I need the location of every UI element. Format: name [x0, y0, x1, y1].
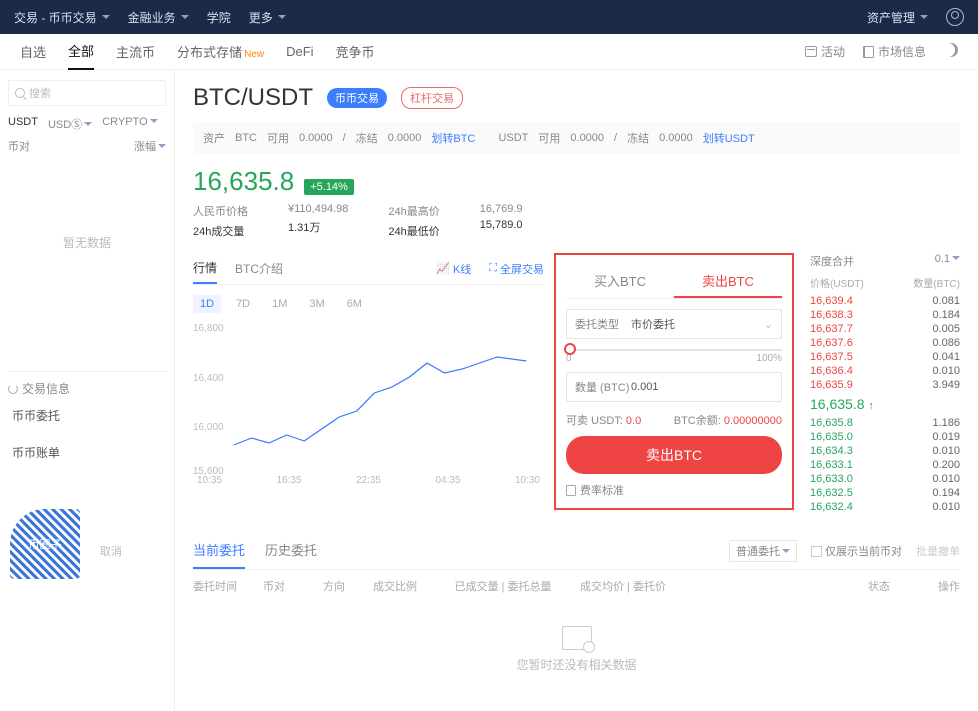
tab-favorites[interactable]: 自选 — [20, 34, 46, 69]
ask-row[interactable]: 16,637.60.086 — [810, 336, 960, 350]
chart-tab-info[interactable]: BTC介绍 — [235, 254, 283, 283]
theme-toggle-icon[interactable] — [944, 43, 958, 57]
book-icon — [863, 46, 874, 58]
ask-row[interactable]: 16,639.40.081 — [810, 294, 960, 308]
sell-tab[interactable]: 卖出BTC — [674, 265, 782, 298]
bid-row[interactable]: 16,635.00.019 — [810, 430, 960, 444]
quote-tab-usdt[interactable]: USDT — [8, 116, 38, 132]
tab-storage[interactable]: 分布式存储New — [177, 34, 264, 69]
document-icon — [566, 485, 576, 496]
last-price: 16,635.8 — [193, 166, 294, 197]
ask-row[interactable]: 16,638.30.184 — [810, 308, 960, 322]
ask-row[interactable]: 16,637.50.041 — [810, 350, 960, 364]
nav-academy[interactable]: 学院 — [207, 9, 231, 26]
fullscreen-button[interactable]: ⛶全屏交易 — [489, 261, 544, 277]
refresh-icon — [8, 384, 18, 394]
depth-select[interactable]: 0.1 — [935, 253, 960, 269]
kline-button[interactable]: 📈K线 — [436, 261, 471, 277]
orderbook-mid-price: 16,635.8 ↑ — [810, 392, 960, 416]
bid-row[interactable]: 16,632.50.194 — [810, 486, 960, 500]
cancel-all-button[interactable]: 批量撤单 — [916, 543, 960, 559]
tab-alts[interactable]: 竞争币 — [336, 34, 375, 69]
transfer-usdt-link[interactable]: 划转USDT — [703, 130, 755, 146]
bid-row[interactable]: 16,634.30.010 — [810, 444, 960, 458]
search-placeholder: 搜索 — [29, 85, 51, 101]
volume-24h: 1.31万 — [288, 219, 348, 235]
nav-more[interactable]: 更多 — [249, 9, 286, 26]
col-change[interactable]: 涨幅 — [134, 138, 166, 154]
low-24h: 15,789.0 — [480, 219, 523, 231]
tf-7d[interactable]: 7D — [229, 295, 257, 313]
orders-tab-open[interactable]: 当前委托 — [193, 532, 245, 569]
bid-row[interactable]: 16,632.40.010 — [810, 500, 960, 514]
bid-row[interactable]: 16,635.81.186 — [810, 416, 960, 430]
bid-row[interactable]: 16,633.00.010 — [810, 472, 960, 486]
change-pct: +5.14% — [304, 179, 354, 195]
quote-tab-usds[interactable]: USDⓈ — [48, 116, 92, 132]
price-chart: 16,800 16,400 16,000 15,600 — [193, 323, 544, 473]
sidebar-link-orders[interactable]: 币币委托 — [8, 397, 166, 434]
tab-all[interactable]: 全部 — [68, 33, 94, 70]
market-info-link[interactable]: 市场信息 — [863, 43, 926, 60]
chart-tab-quote[interactable]: 行情 — [193, 253, 217, 284]
orders-empty: 您暂时还没有相关数据 — [193, 602, 960, 697]
tf-3m[interactable]: 3M — [302, 295, 331, 313]
ask-row[interactable]: 16,637.70.005 — [810, 322, 960, 336]
new-badge: New — [244, 49, 264, 60]
spot-pill[interactable]: 币币交易 — [327, 88, 387, 108]
overlay-cancel[interactable]: 取消 — [100, 543, 122, 559]
qr-overlay: 币圈子 — [10, 509, 80, 579]
pair-symbol: BTC/USDT — [193, 84, 313, 112]
orders-columns: 委托时间 币对 方向 成交比例 已成交量 | 委托总量 成交均价 | 委托价 状… — [193, 570, 960, 602]
top-nav: 交易 - 币币交易 金融业务 学院 更多 资产管理 — [0, 0, 978, 34]
sidebar: 搜索 USDT USDⓈ CRYPTO 币对 涨幅 暂无数据 交易信息 币币委托… — [0, 70, 175, 711]
transfer-btc-link[interactable]: 划转BTC — [431, 130, 475, 146]
search-icon — [15, 88, 25, 98]
margin-pill[interactable]: 杠杆交易 — [401, 87, 463, 109]
high-24h: 16,769.9 — [480, 203, 523, 215]
sub-nav: 自选 全部 主流币 分布式存储New DeFi 竞争币 活动 市场信息 — [0, 34, 978, 70]
orders-tab-history[interactable]: 历史委托 — [265, 532, 317, 569]
fee-link[interactable]: 费率标准 — [566, 482, 782, 498]
sidebar-link-ledger[interactable]: 币币账单 — [8, 434, 166, 471]
col-pair: 币对 — [8, 138, 30, 154]
only-pair-checkbox[interactable]: 仅展示当前币对 — [811, 543, 902, 559]
amount-slider[interactable] — [566, 349, 782, 351]
orderbook: 深度合并 0.1 价格(USDT) 数量(BTC) 16,639.40.0811… — [810, 253, 960, 514]
quote-tab-crypto[interactable]: CRYPTO — [102, 116, 157, 132]
user-icon[interactable] — [946, 8, 964, 26]
tf-1m[interactable]: 1M — [265, 295, 294, 313]
buy-tab[interactable]: 买入BTC — [566, 265, 674, 298]
search-input[interactable]: 搜索 — [8, 80, 166, 106]
activity-link[interactable]: 活动 — [805, 43, 845, 60]
trade-panel: 买入BTC 卖出BTC 委托类型 市价委托 ⌄ 0100% 数量 (BTC) 0… — [554, 253, 794, 510]
sell-button[interactable]: 卖出BTC — [566, 436, 782, 474]
nav-assets[interactable]: 资产管理 — [867, 9, 928, 26]
trade-info-header: 交易信息 — [8, 380, 166, 397]
tab-defi[interactable]: DeFi — [286, 36, 313, 67]
sidebar-empty: 暂无数据 — [8, 154, 166, 331]
tf-6m[interactable]: 6M — [340, 295, 369, 313]
cny-price: ¥110,494.98 — [288, 203, 348, 215]
nav-finance[interactable]: 金融业务 — [128, 9, 189, 26]
bid-row[interactable]: 16,633.10.200 — [810, 458, 960, 472]
calendar-icon — [805, 46, 817, 57]
tf-1d[interactable]: 1D — [193, 295, 221, 313]
amount-input[interactable]: 数量 (BTC) 0.001 — [566, 372, 782, 402]
ask-row[interactable]: 16,635.93.949 — [810, 378, 960, 392]
order-filter-select[interactable]: 普通委托 — [729, 540, 797, 562]
nav-trade[interactable]: 交易 - 币币交易 — [14, 9, 110, 26]
tab-major[interactable]: 主流币 — [116, 34, 155, 69]
depth-label: 深度合并 — [810, 253, 854, 269]
order-type-select[interactable]: 委托类型 市价委托 ⌄ — [566, 309, 782, 339]
empty-icon — [562, 626, 592, 650]
ask-row[interactable]: 16,636.40.010 — [810, 364, 960, 378]
assets-bar: 资产 BTC 可用0.0000/ 冻结0.0000 划转BTC USDT 可用0… — [193, 122, 960, 154]
